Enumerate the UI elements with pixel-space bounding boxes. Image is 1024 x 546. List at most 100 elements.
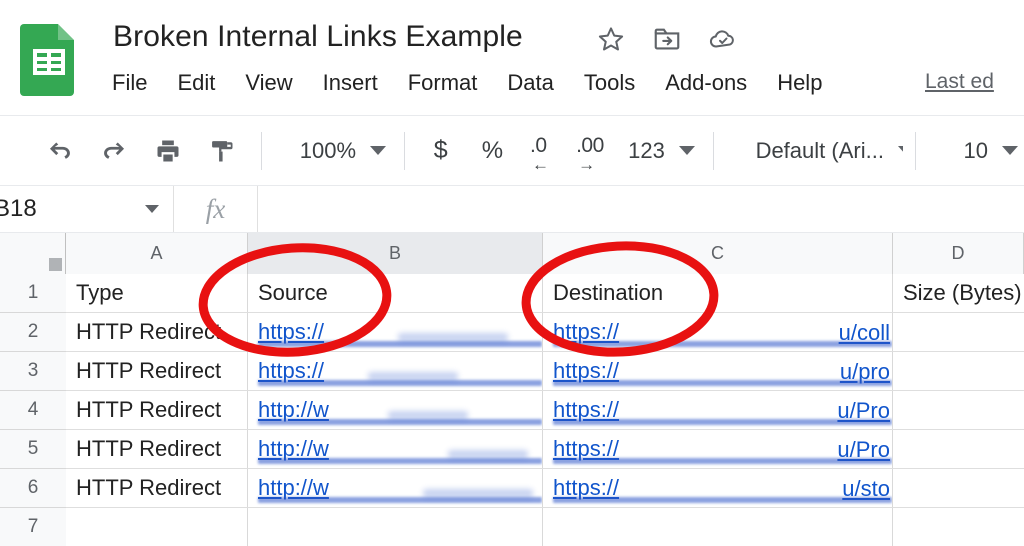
cell-a4[interactable]: HTTP Redirect — [66, 391, 247, 429]
star-icon[interactable] — [596, 24, 626, 54]
cell-a3[interactable]: HTTP Redirect — [66, 352, 247, 390]
currency-format-button[interactable]: $ — [434, 136, 448, 165]
cell-c2[interactable]: https:// u/coll — [543, 313, 892, 351]
cell-c7[interactable] — [543, 508, 892, 546]
menu-add-ons[interactable]: Add-ons — [650, 66, 762, 100]
cell-a5[interactable]: HTTP Redirect — [66, 430, 247, 468]
redacted-url-smudge — [423, 489, 533, 498]
print-icon[interactable] — [154, 134, 182, 168]
redacted-url-bar — [553, 497, 892, 503]
cell-d7[interactable] — [893, 508, 1024, 546]
paint-format-icon[interactable] — [208, 134, 236, 168]
cell-a6[interactable]: HTTP Redirect — [66, 469, 247, 507]
redacted-url-bar — [553, 458, 892, 464]
cell-reference: B18 — [0, 195, 37, 222]
chevron-down-icon — [370, 146, 387, 155]
sheets-doc-icon[interactable] — [18, 20, 80, 96]
increase-decimal-label: .00 — [576, 133, 604, 157]
column-headers: A B C D — [0, 233, 1024, 274]
menu-help[interactable]: Help — [762, 66, 837, 100]
formula-input[interactable] — [258, 186, 1024, 232]
spreadsheet-grid: A B C D 1 2 3 4 5 6 7 Type Source Destin… — [0, 233, 1024, 546]
cell-d6[interactable] — [893, 469, 1024, 507]
increase-decimal-button[interactable]: .00 → — [574, 132, 604, 173]
row-header-4[interactable]: 4 — [0, 391, 66, 430]
cell-b4[interactable]: http://w — [248, 391, 542, 429]
toolbar-divider — [261, 131, 262, 170]
cell-d4[interactable] — [893, 391, 1024, 429]
left-arrow-icon: ← — [532, 154, 550, 174]
row-header-5[interactable]: 5 — [0, 430, 66, 469]
column-header-a[interactable]: A — [66, 233, 248, 274]
cell-a1[interactable]: Type — [66, 274, 247, 312]
number-format-dropdown[interactable]: 123 — [622, 136, 701, 166]
chevron-down-icon — [897, 146, 903, 155]
cell-b6[interactable]: http://w — [248, 469, 542, 507]
font-size-dropdown[interactable]: 10 — [958, 136, 1024, 166]
menu-insert[interactable]: Insert — [308, 66, 393, 100]
font-family-dropdown[interactable]: Default (Ari... — [750, 136, 903, 166]
cell-c3[interactable]: https:// u/pro — [543, 352, 892, 390]
undo-icon[interactable] — [46, 134, 74, 168]
row-header-7[interactable]: 7 — [0, 508, 66, 546]
row-headers: 1 2 3 4 5 6 7 — [0, 274, 66, 546]
cell-c1[interactable]: Destination — [543, 274, 892, 312]
move-to-folder-icon[interactable] — [652, 24, 682, 54]
menu-edit[interactable]: Edit — [162, 66, 230, 100]
decrease-decimal-button[interactable]: .0 ← — [528, 132, 558, 174]
font-family-label: Default (Ari... — [755, 137, 884, 163]
last-edit-status[interactable]: Last ed — [925, 68, 994, 96]
redacted-url-smudge — [368, 372, 458, 381]
cell-d1[interactable]: Size (Bytes) — [893, 274, 1024, 312]
cloud-saved-icon[interactable] — [708, 24, 738, 54]
menu-data[interactable]: Data — [492, 66, 568, 100]
cell-b5[interactable]: http://w — [248, 430, 542, 468]
zoom-dropdown[interactable]: 100% — [294, 136, 392, 166]
row-header-2[interactable]: 2 — [0, 313, 66, 352]
toolbar-divider — [914, 131, 916, 170]
name-box[interactable]: B18 — [0, 186, 174, 232]
percent-format-button[interactable]: % — [482, 137, 503, 165]
sheets-window: Broken Internal Links Example File Edit … — [0, 0, 1024, 546]
cell-d2[interactable] — [893, 313, 1024, 351]
redacted-url-bar — [553, 341, 892, 347]
redo-icon[interactable] — [100, 134, 128, 168]
menu-tools[interactable]: Tools — [569, 66, 650, 100]
cell-area: Type Source Destination Size (Bytes) HTT… — [66, 274, 1024, 546]
column-header-d[interactable]: D — [893, 233, 1024, 274]
toolbar-divider — [404, 131, 405, 170]
menu-file[interactable]: File — [112, 66, 162, 100]
toolbar: 100% $ % .0 ← .00 → 123 Default (Ari... … — [0, 115, 1024, 185]
column-header-b[interactable]: B — [248, 233, 543, 274]
row-header-6[interactable]: 6 — [0, 469, 66, 508]
row-header-1[interactable]: 1 — [0, 274, 66, 313]
cell-d3[interactable] — [893, 352, 1024, 390]
cell-a7[interactable] — [66, 508, 247, 546]
chevron-down-icon — [145, 205, 159, 213]
decrease-decimal-label: .0 — [530, 133, 547, 157]
select-all-corner[interactable] — [0, 233, 66, 274]
cell-d5[interactable] — [893, 430, 1024, 468]
column-header-c[interactable]: C — [543, 233, 893, 274]
redacted-url-smudge — [398, 333, 508, 342]
fx-icon: fx — [174, 186, 258, 232]
cell-b7[interactable] — [248, 508, 542, 546]
row-header-3[interactable]: 3 — [0, 352, 66, 391]
menu-format[interactable]: Format — [393, 66, 493, 100]
cell-a2[interactable]: HTTP Redirect — [66, 313, 247, 351]
cell-c5[interactable]: https:// u/Pro — [543, 430, 892, 468]
redacted-url-bar — [553, 419, 892, 425]
menu-view[interactable]: View — [230, 66, 307, 100]
title-action-icons — [596, 24, 738, 54]
cell-b2[interactable]: https:// — [248, 313, 542, 351]
redacted-url-smudge — [388, 411, 468, 420]
zoom-value: 100% — [299, 137, 357, 163]
cell-c6[interactable]: https:// u/sto — [543, 469, 892, 507]
cell-b1[interactable]: Source — [248, 274, 542, 312]
cell-b3[interactable]: https:// — [248, 352, 542, 390]
redacted-url-smudge — [448, 450, 528, 459]
chevron-down-icon — [1001, 146, 1018, 155]
page-title[interactable]: Broken Internal Links Example — [113, 17, 523, 57]
cell-c4[interactable]: https:// u/Pro — [543, 391, 892, 429]
toolbar-divider — [712, 131, 714, 170]
